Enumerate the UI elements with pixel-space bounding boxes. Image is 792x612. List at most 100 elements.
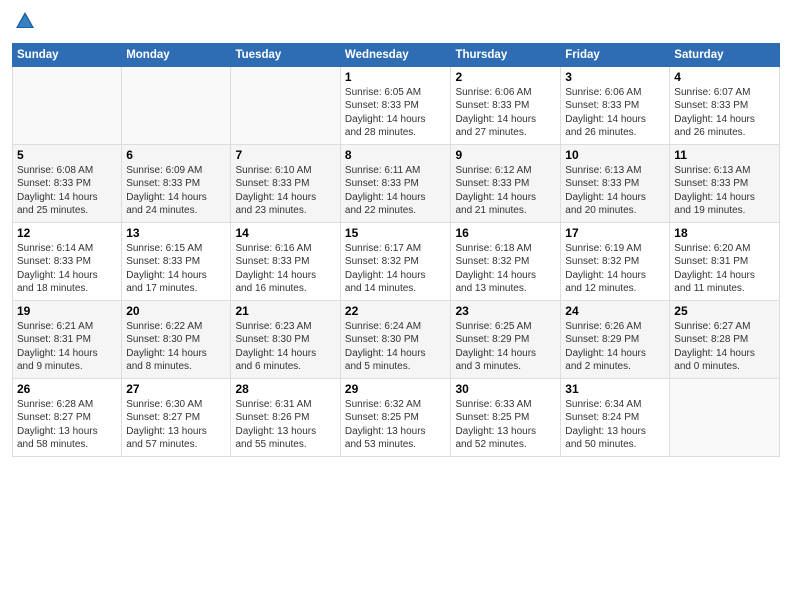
calendar-cell: 4 Sunrise: 6:07 AM Sunset: 8:33 PM Daylig… — [670, 66, 780, 144]
header — [12, 10, 780, 37]
day-number: 3 — [565, 70, 665, 84]
day-number: 8 — [345, 148, 447, 162]
day-number: 7 — [235, 148, 335, 162]
day-info: Sunrise: 6:21 AM Sunset: 8:31 PM Dayligh… — [17, 320, 117, 374]
page-container: SundayMondayTuesdayWednesdayThursdayFrid… — [0, 0, 792, 465]
calendar-cell: 9 Sunrise: 6:12 AM Sunset: 8:33 PM Daylig… — [451, 144, 561, 222]
calendar-cell: 14Sunrise: 6:16 AM Sunset: 8:33 PM Dayli… — [231, 222, 340, 300]
calendar-cell — [231, 66, 340, 144]
calendar-cell: 25 Sunrise: 6:27 AM Sunset: 8:28 PM Dayli… — [670, 300, 780, 378]
day-number: 27 — [126, 382, 226, 396]
weekday-header-saturday: Saturday — [670, 43, 780, 66]
day-number: 21 — [235, 304, 335, 318]
day-number: 30 — [455, 382, 556, 396]
calendar-week-row: 12 Sunrise: 6:14 AM Sunset: 8:33 PM Dayli… — [13, 222, 780, 300]
day-number: 24 — [565, 304, 665, 318]
day-info: Sunrise: 6:26 AM Sunset: 8:29 PM Dayligh… — [565, 320, 665, 374]
day-info: Sunrise: 6:06 AM Sunset: 8:33 PM Dayligh… — [565, 86, 665, 140]
weekday-header-thursday: Thursday — [451, 43, 561, 66]
day-number: 12 — [17, 226, 117, 240]
day-info: Sunrise: 6:12 AM Sunset: 8:33 PM Dayligh… — [455, 164, 556, 218]
calendar-cell: 20 Sunrise: 6:22 AM Sunset: 8:30 PM Dayli… — [122, 300, 231, 378]
calendar-cell: 28 Sunrise: 6:31 AM Sunset: 8:26 PM Dayli… — [231, 378, 340, 456]
day-info: Sunrise: 6:16 AM Sunset: 8:33 PM Dayligh… — [235, 242, 335, 296]
day-info: Sunrise: 6:23 AM Sunset: 8:30 PM Dayligh… — [235, 320, 335, 374]
calendar-cell: 27 Sunrise: 6:30 AM Sunset: 8:27 PM Dayli… — [122, 378, 231, 456]
logo — [12, 10, 36, 37]
day-number: 5 — [17, 148, 117, 162]
day-number: 15 — [345, 226, 447, 240]
weekday-header-friday: Friday — [561, 43, 670, 66]
day-number: 11 — [674, 148, 775, 162]
calendar-cell: 5 Sunrise: 6:08 AM Sunset: 8:33 PM Daylig… — [13, 144, 122, 222]
day-info: Sunrise: 6:11 AM Sunset: 8:33 PM Dayligh… — [345, 164, 447, 218]
logo-icon — [14, 10, 36, 32]
calendar-cell — [122, 66, 231, 144]
calendar-cell: 23 Sunrise: 6:25 AM Sunset: 8:29 PM Dayli… — [451, 300, 561, 378]
calendar-cell: 18Sunrise: 6:20 AM Sunset: 8:31 PM Dayli… — [670, 222, 780, 300]
day-info: Sunrise: 6:07 AM Sunset: 8:33 PM Dayligh… — [674, 86, 775, 140]
calendar-cell: 8 Sunrise: 6:11 AM Sunset: 8:33 PM Daylig… — [340, 144, 451, 222]
day-number: 22 — [345, 304, 447, 318]
day-info: Sunrise: 6:28 AM Sunset: 8:27 PM Dayligh… — [17, 398, 117, 452]
day-info: Sunrise: 6:33 AM Sunset: 8:25 PM Dayligh… — [455, 398, 556, 452]
calendar-cell: 19Sunrise: 6:21 AM Sunset: 8:31 PM Dayli… — [13, 300, 122, 378]
day-number: 17 — [565, 226, 665, 240]
day-info: Sunrise: 6:18 AM Sunset: 8:32 PM Dayligh… — [455, 242, 556, 296]
day-info: Sunrise: 6:08 AM Sunset: 8:33 PM Dayligh… — [17, 164, 117, 218]
day-info: Sunrise: 6:31 AM Sunset: 8:26 PM Dayligh… — [235, 398, 335, 452]
day-info: Sunrise: 6:06 AM Sunset: 8:33 PM Dayligh… — [455, 86, 556, 140]
day-number: 1 — [345, 70, 447, 84]
day-number: 16 — [455, 226, 556, 240]
day-number: 6 — [126, 148, 226, 162]
day-info: Sunrise: 6:34 AM Sunset: 8:24 PM Dayligh… — [565, 398, 665, 452]
day-info: Sunrise: 6:15 AM Sunset: 8:33 PM Dayligh… — [126, 242, 226, 296]
calendar-cell: 31 Sunrise: 6:34 AM Sunset: 8:24 PM Dayli… — [561, 378, 670, 456]
day-number: 28 — [235, 382, 335, 396]
calendar-week-row: 5 Sunrise: 6:08 AM Sunset: 8:33 PM Daylig… — [13, 144, 780, 222]
day-info: Sunrise: 6:13 AM Sunset: 8:33 PM Dayligh… — [565, 164, 665, 218]
day-number: 23 — [455, 304, 556, 318]
day-number: 26 — [17, 382, 117, 396]
calendar-cell: 3 Sunrise: 6:06 AM Sunset: 8:33 PM Daylig… — [561, 66, 670, 144]
calendar-cell: 2 Sunrise: 6:06 AM Sunset: 8:33 PM Daylig… — [451, 66, 561, 144]
weekday-header-monday: Monday — [122, 43, 231, 66]
day-number: 2 — [455, 70, 556, 84]
calendar-cell: 6Sunrise: 6:09 AM Sunset: 8:33 PM Daylig… — [122, 144, 231, 222]
day-number: 31 — [565, 382, 665, 396]
calendar-cell: 30 Sunrise: 6:33 AM Sunset: 8:25 PM Dayli… — [451, 378, 561, 456]
calendar-cell — [13, 66, 122, 144]
calendar-cell: 11 Sunrise: 6:13 AM Sunset: 8:33 PM Dayli… — [670, 144, 780, 222]
calendar-week-row: 26 Sunrise: 6:28 AM Sunset: 8:27 PM Dayli… — [13, 378, 780, 456]
day-info: Sunrise: 6:30 AM Sunset: 8:27 PM Dayligh… — [126, 398, 226, 452]
day-info: Sunrise: 6:19 AM Sunset: 8:32 PM Dayligh… — [565, 242, 665, 296]
day-number: 25 — [674, 304, 775, 318]
day-info: Sunrise: 6:13 AM Sunset: 8:33 PM Dayligh… — [674, 164, 775, 218]
day-info: Sunrise: 6:14 AM Sunset: 8:33 PM Dayligh… — [17, 242, 117, 296]
day-number: 4 — [674, 70, 775, 84]
day-info: Sunrise: 6:22 AM Sunset: 8:30 PM Dayligh… — [126, 320, 226, 374]
day-info: Sunrise: 6:10 AM Sunset: 8:33 PM Dayligh… — [235, 164, 335, 218]
day-number: 10 — [565, 148, 665, 162]
day-number: 13 — [126, 226, 226, 240]
day-number: 9 — [455, 148, 556, 162]
day-number: 20 — [126, 304, 226, 318]
calendar-cell: 12 Sunrise: 6:14 AM Sunset: 8:33 PM Dayli… — [13, 222, 122, 300]
day-number: 29 — [345, 382, 447, 396]
calendar-cell: 22Sunrise: 6:24 AM Sunset: 8:30 PM Dayli… — [340, 300, 451, 378]
day-info: Sunrise: 6:20 AM Sunset: 8:31 PM Dayligh… — [674, 242, 775, 296]
calendar-cell: 1 Sunrise: 6:05 AM Sunset: 8:33 PM Daylig… — [340, 66, 451, 144]
day-info: Sunrise: 6:25 AM Sunset: 8:29 PM Dayligh… — [455, 320, 556, 374]
day-info: Sunrise: 6:27 AM Sunset: 8:28 PM Dayligh… — [674, 320, 775, 374]
calendar-week-row: 1 Sunrise: 6:05 AM Sunset: 8:33 PM Daylig… — [13, 66, 780, 144]
calendar-cell: 16 Sunrise: 6:18 AM Sunset: 8:32 PM Dayli… — [451, 222, 561, 300]
calendar-cell: 26 Sunrise: 6:28 AM Sunset: 8:27 PM Dayli… — [13, 378, 122, 456]
calendar-cell — [670, 378, 780, 456]
calendar-cell: 15Sunrise: 6:17 AM Sunset: 8:32 PM Dayli… — [340, 222, 451, 300]
day-info: Sunrise: 6:05 AM Sunset: 8:33 PM Dayligh… — [345, 86, 447, 140]
calendar-cell: 29Sunrise: 6:32 AM Sunset: 8:25 PM Dayli… — [340, 378, 451, 456]
calendar-table: SundayMondayTuesdayWednesdayThursdayFrid… — [12, 43, 780, 457]
calendar-cell: 21 Sunrise: 6:23 AM Sunset: 8:30 PM Dayli… — [231, 300, 340, 378]
calendar-cell: 7 Sunrise: 6:10 AM Sunset: 8:33 PM Daylig… — [231, 144, 340, 222]
calendar-cell: 10 Sunrise: 6:13 AM Sunset: 8:33 PM Dayli… — [561, 144, 670, 222]
